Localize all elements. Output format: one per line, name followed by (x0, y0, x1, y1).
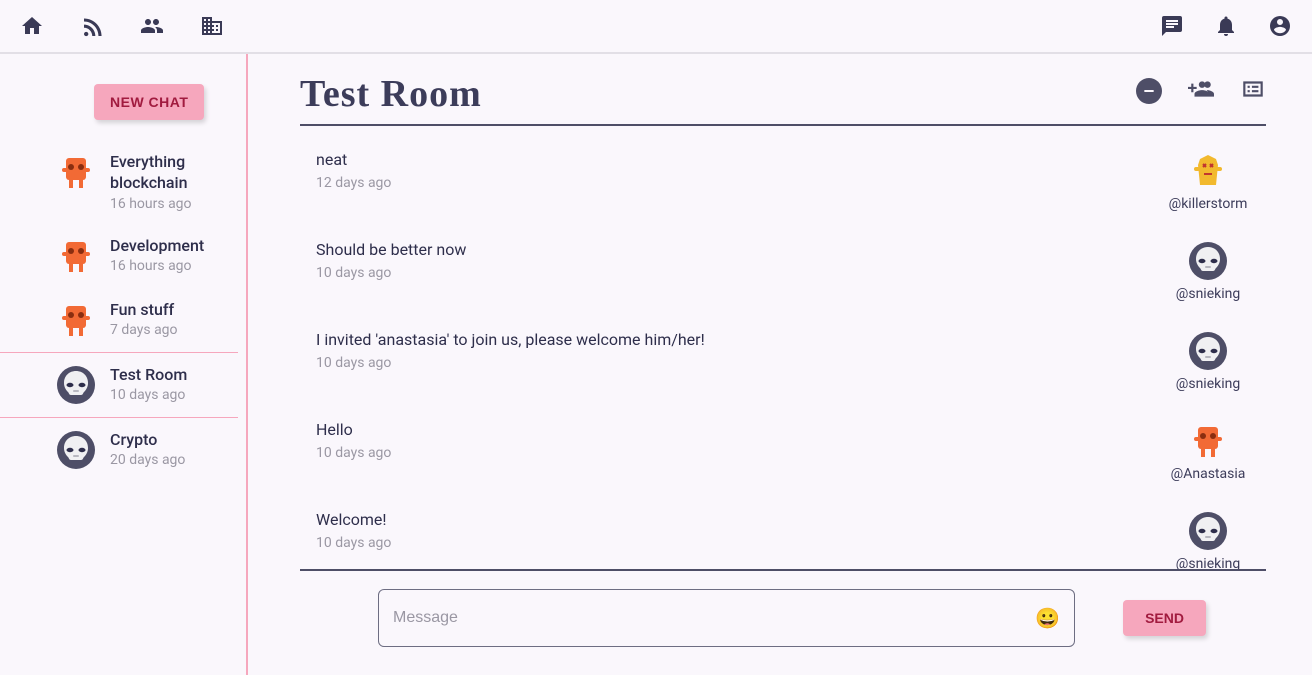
add-member-icon[interactable] (1188, 76, 1214, 106)
message-row: Hello 10 days ago @Anastasia (316, 406, 1258, 496)
message-row: Should be better now 10 days ago @snieki… (316, 226, 1258, 316)
message-avatar[interactable] (1187, 510, 1229, 552)
message-row: Welcome! 10 days ago @snieking (316, 496, 1258, 571)
people-icon[interactable] (140, 14, 164, 38)
chat-avatar (56, 300, 96, 340)
home-icon[interactable] (20, 14, 44, 38)
list-icon[interactable] (1240, 76, 1266, 106)
chat-time: 7 days ago (110, 322, 178, 338)
message-text: Welcome! (316, 510, 1138, 529)
sidebar-chat-item[interactable]: Everything blockchain 16 hours ago (56, 140, 238, 224)
bell-icon[interactable] (1214, 14, 1238, 38)
message-author[interactable]: @snieking (1176, 556, 1240, 571)
main-panel: Test Room neat 12 days ago @killerstorm … (248, 54, 1312, 675)
chat-title: Crypto (110, 430, 185, 451)
chat-title: Development (110, 236, 204, 257)
top-navbar (0, 0, 1312, 54)
message-text: neat (316, 150, 1138, 169)
message-input-wrap: 😀 (378, 589, 1075, 647)
chat-avatar (56, 430, 96, 470)
message-text: Should be better now (316, 240, 1138, 259)
account-icon[interactable] (1268, 14, 1292, 38)
message-row: I invited 'anastasia' to join us, please… (316, 316, 1258, 406)
message-row: neat 12 days ago @killerstorm (316, 136, 1258, 226)
building-icon[interactable] (200, 14, 224, 38)
chat-time: 10 days ago (110, 387, 187, 403)
chat-title: Fun stuff (110, 300, 178, 321)
sidebar: NEW CHAT Everything blockchain 16 hours … (0, 54, 248, 675)
message-time: 10 days ago (316, 445, 1138, 461)
chat-icon[interactable] (1160, 14, 1184, 38)
send-button[interactable]: SEND (1123, 600, 1206, 636)
chat-time: 16 hours ago (110, 258, 204, 274)
message-avatar[interactable] (1187, 420, 1229, 462)
chat-title: Everything blockchain (110, 152, 238, 194)
message-author[interactable]: @killerstorm (1169, 196, 1248, 212)
new-chat-button[interactable]: NEW CHAT (94, 84, 204, 120)
sidebar-chat-item[interactable]: Test Room 10 days ago (0, 352, 238, 418)
message-avatar[interactable] (1187, 240, 1229, 282)
chat-avatar (56, 236, 96, 276)
message-time: 12 days ago (316, 175, 1138, 191)
message-input[interactable] (393, 609, 1035, 627)
remove-icon[interactable] (1136, 78, 1162, 104)
chat-time: 20 days ago (110, 452, 185, 468)
chat-time: 16 hours ago (110, 196, 238, 212)
chat-avatar (56, 365, 96, 405)
messages-container[interactable]: neat 12 days ago @killerstorm Should be … (300, 126, 1266, 571)
emoji-icon[interactable]: 😀 (1035, 606, 1060, 630)
message-text: Hello (316, 420, 1138, 439)
message-avatar[interactable] (1187, 150, 1229, 192)
message-author[interactable]: @snieking (1176, 286, 1240, 302)
sidebar-chat-item[interactable]: Development 16 hours ago (56, 224, 238, 288)
message-time: 10 days ago (316, 535, 1138, 551)
chat-avatar (56, 152, 96, 192)
chat-title: Test Room (110, 365, 187, 386)
message-time: 10 days ago (316, 355, 1138, 371)
message-text: I invited 'anastasia' to join us, please… (316, 330, 1138, 349)
sidebar-chat-item[interactable]: Fun stuff 7 days ago (56, 288, 238, 352)
message-avatar[interactable] (1187, 330, 1229, 372)
sidebar-chat-item[interactable]: Crypto 20 days ago (56, 418, 238, 482)
message-author[interactable]: @Anastasia (1171, 466, 1246, 482)
rss-icon[interactable] (80, 14, 104, 38)
message-author[interactable]: @snieking (1176, 376, 1240, 392)
room-title: Test Room (300, 72, 482, 116)
message-time: 10 days ago (316, 265, 1138, 281)
